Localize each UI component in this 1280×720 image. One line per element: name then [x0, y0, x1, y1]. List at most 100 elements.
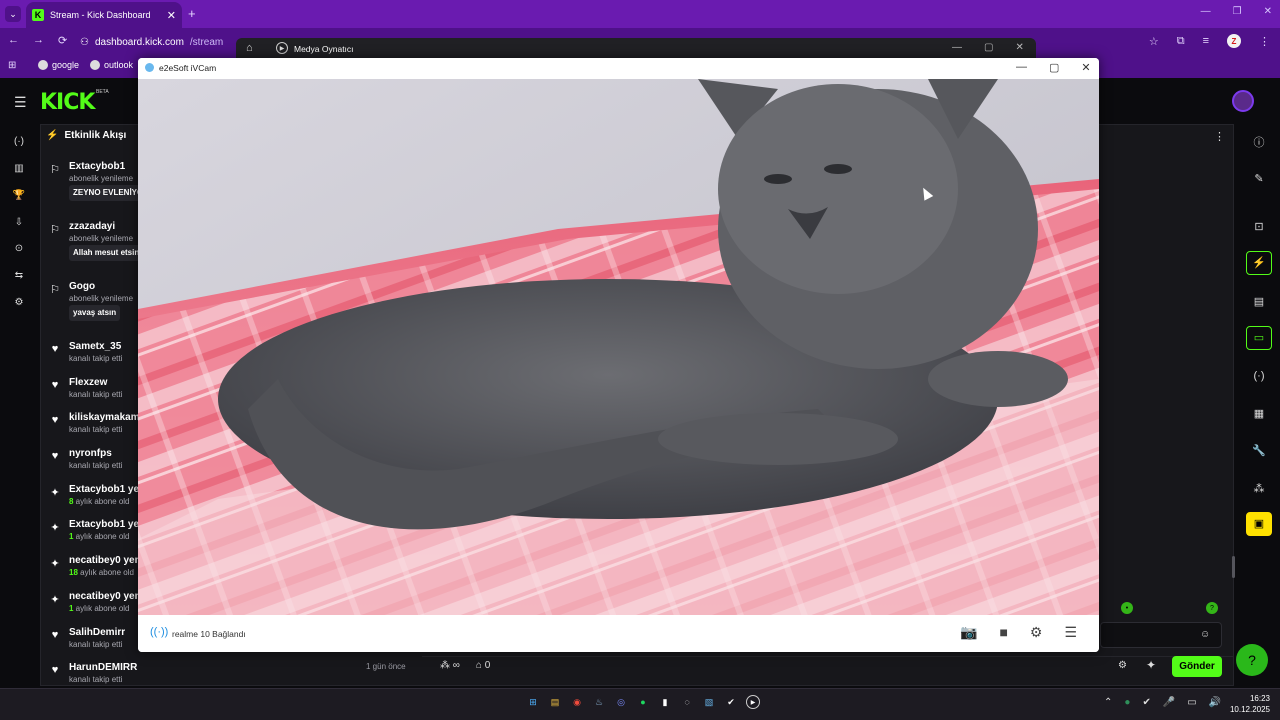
upload-icon[interactable]: ⇩ [12, 217, 26, 228]
activity-username[interactable]: necatibey0 yen [69, 591, 141, 602]
site-info-icon[interactable]: ⚇ [80, 37, 89, 48]
ivcam-titlebar[interactable] [138, 58, 1099, 79]
layout-icon[interactable]: ▦ [1252, 407, 1266, 420]
integrations-icon[interactable]: ⁂ [1252, 482, 1266, 495]
activity-username[interactable]: necatibey0 yen [69, 555, 141, 566]
spotify-icon[interactable]: ● [636, 695, 650, 709]
close-icon[interactable]: ✕ [1264, 6, 1272, 17]
activity-timestamp: 1 gün önce [366, 662, 406, 671]
settings-icon[interactable]: ⚙ [12, 297, 26, 308]
close-icon[interactable]: ✕ [1015, 42, 1023, 53]
checkmark-app-icon[interactable]: ✔ [724, 695, 738, 709]
activity-username[interactable]: zzazadayi [69, 221, 115, 232]
send-button[interactable]: Gönder [1172, 656, 1222, 677]
home-icon[interactable]: ⌂ [246, 42, 253, 54]
profile-avatar[interactable]: Z [1227, 34, 1241, 48]
steam-icon[interactable]: ♨ [592, 695, 606, 709]
bot-icon[interactable]: ✦ [1146, 658, 1156, 672]
bookmark-google[interactable]: google [38, 60, 79, 70]
notes-icon[interactable]: ▤ [1252, 295, 1266, 308]
volume-icon[interactable]: 🔊 [1209, 697, 1221, 708]
kick-app-icon[interactable]: ▮ [658, 695, 672, 709]
close-icon[interactable]: ✕ [1081, 61, 1090, 74]
chat-bubble-icon[interactable]: • [1121, 602, 1133, 614]
info-icon[interactable]: ⓘ [1252, 134, 1266, 150]
sparkle-icon: ✦ [50, 522, 60, 534]
minimize-icon[interactable]: — [1016, 61, 1027, 74]
target-icon[interactable]: ⊙ [12, 243, 26, 254]
browser-menu-icon[interactable]: ⋮ [1259, 35, 1270, 48]
trophy-icon[interactable]: 🏆 [12, 190, 26, 201]
extensions-icon[interactable]: ⧉ [1177, 35, 1185, 48]
gifts-stat: ⌂ 0 [475, 660, 491, 671]
activity-username[interactable]: Sametx_35 [69, 341, 121, 352]
tab-search-button[interactable]: ⌄ [5, 6, 21, 22]
wrench-icon[interactable]: 🔧 [1252, 444, 1266, 457]
activity-username[interactable]: nyronfps [69, 448, 112, 459]
broadcast-status-icon[interactable]: (·) [1252, 370, 1266, 382]
maximize-icon[interactable]: ▢ [1049, 61, 1059, 74]
media-control-icon[interactable]: ≡ [1203, 35, 1209, 47]
help-button[interactable]: ? [1236, 644, 1268, 676]
tray-expand-icon[interactable]: ⌃ [1104, 697, 1112, 708]
microphone-icon[interactable]: 🎤 [1163, 697, 1175, 708]
activity-username[interactable]: Flexzew [69, 377, 107, 388]
broadcast-icon[interactable]: (·) [12, 136, 26, 147]
maximize-icon[interactable]: ▢ [984, 42, 993, 53]
activity-username[interactable]: Gogo [69, 281, 95, 292]
lightning-toggle-icon[interactable]: ⚡ [1246, 251, 1272, 275]
minimize-icon[interactable]: — [1201, 6, 1211, 17]
obs-icon[interactable]: ◌ [680, 695, 694, 709]
chrome-icon[interactable]: ◉ [570, 695, 584, 709]
frame-icon[interactable]: ⊡ [1252, 220, 1266, 233]
bookmark-outlook[interactable]: outlook [90, 60, 133, 70]
taskbar-apps: ⊞ ▤ ◉ ♨ ◎ ● ▮ ◌ ▧ ✔ ▶ [526, 695, 760, 709]
activity-username[interactable]: SalihDemirr [69, 627, 125, 638]
file-explorer-icon[interactable]: ▤ [548, 695, 562, 709]
community-icon[interactable]: ⇆ [12, 270, 26, 281]
menu-icon[interactable]: ☰ [14, 94, 27, 111]
minimize-icon[interactable]: — [952, 42, 962, 53]
chat-toggle-icon[interactable]: ▭ [1246, 326, 1272, 350]
clip-icon[interactable]: ▣ [1246, 512, 1272, 536]
activity-username[interactable]: Extacybob1 [69, 161, 125, 172]
panel-menu-icon[interactable]: ⋮ [1214, 130, 1225, 143]
heart-icon: ♥ [51, 343, 59, 355]
forward-icon[interactable]: → [33, 34, 44, 47]
new-tab-button[interactable]: + [188, 6, 196, 21]
activity-username[interactable]: Extacybob1 yen [69, 484, 145, 495]
restore-icon[interactable]: ❐ [1233, 6, 1242, 17]
discord-icon[interactable]: ◎ [614, 695, 628, 709]
reload-icon[interactable]: ⟳ [58, 34, 67, 47]
media-player-taskbar-icon[interactable]: ▶ [746, 695, 760, 709]
scrollbar[interactable] [1232, 556, 1235, 578]
activity-username[interactable]: HarunDEMIRR [69, 662, 137, 673]
nav-buttons: ← → ⟳ [8, 34, 67, 47]
ivcam-taskbar-icon[interactable]: ▧ [702, 695, 716, 709]
settings-icon[interactable]: ⚙ [1030, 624, 1043, 641]
activity-username[interactable]: Extacybob1 yen [69, 519, 145, 530]
tab-kick-dashboard[interactable]: K Stream - Kick Dashboard ✕ [26, 2, 182, 28]
activity-username[interactable]: kiliskaymakam [69, 412, 140, 423]
apps-grid-icon[interactable]: ⊞ [8, 60, 16, 71]
tray-check-icon[interactable]: ✔ [1142, 697, 1150, 708]
back-icon[interactable]: ← [8, 34, 19, 47]
url-field[interactable]: ⚇ dashboard.kick.com/stream [80, 32, 240, 52]
tray-app-icon[interactable]: ● [1124, 697, 1130, 708]
video-record-icon[interactable]: ■ [999, 624, 1007, 641]
menu-icon[interactable]: ☰ [1064, 624, 1077, 641]
taskbar-clock[interactable]: 16:23 10.12.2025 [1228, 693, 1270, 715]
help-bubble-icon[interactable]: ? [1206, 602, 1218, 614]
bookmark-star-icon[interactable]: ☆ [1149, 35, 1159, 48]
edit-icon[interactable]: ✎ [1252, 172, 1266, 185]
emoji-icon[interactable]: ☺ [1200, 629, 1210, 640]
dashboard-icon[interactable]: ▥ [12, 163, 26, 174]
tab-close-icon[interactable]: ✕ [167, 9, 176, 22]
display-icon[interactable]: ▭ [1187, 697, 1196, 708]
camera-snapshot-icon[interactable]: 📷 [960, 624, 977, 641]
user-avatar[interactable] [1232, 90, 1254, 112]
start-icon[interactable]: ⊞ [526, 695, 540, 709]
kick-logo[interactable]: KICK [40, 90, 95, 115]
chat-settings-icon[interactable]: ⚙ [1118, 660, 1127, 671]
cat-video-frame [138, 79, 1099, 615]
